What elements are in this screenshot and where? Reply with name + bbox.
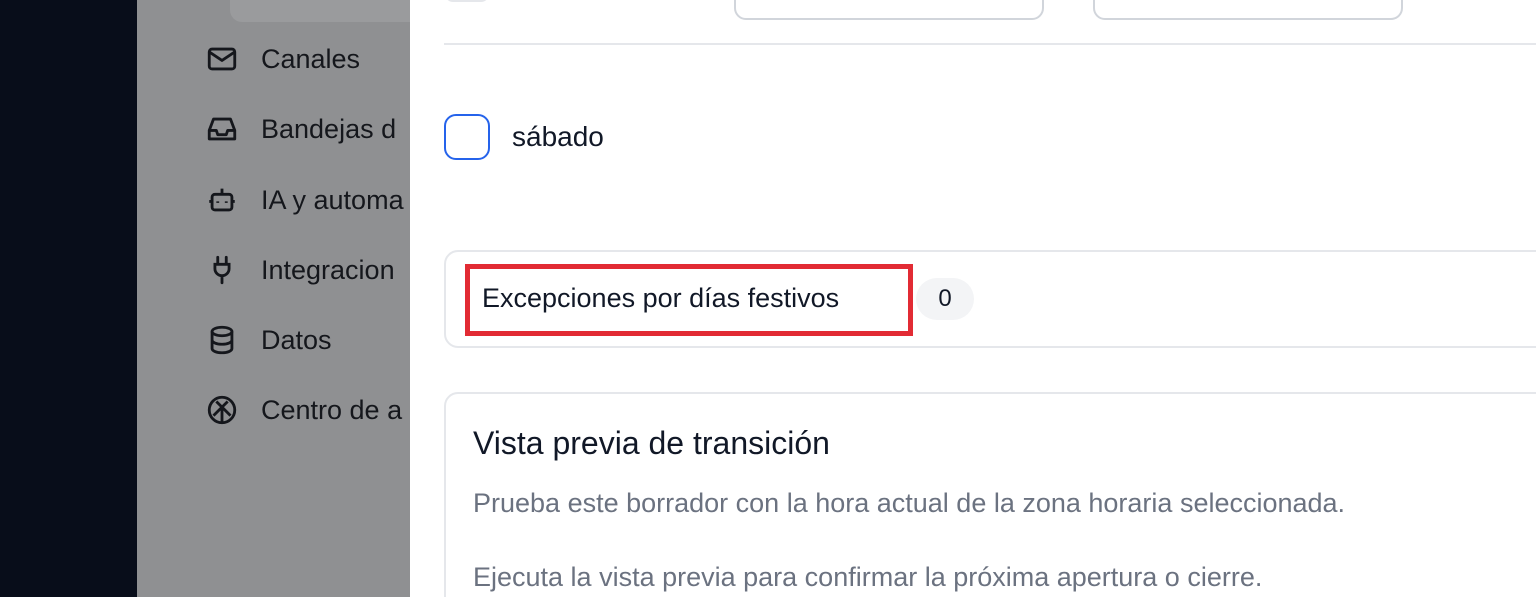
opening-time-input[interactable] [734,0,1044,20]
mail-icon [205,42,239,76]
left-rail [0,0,137,597]
sidebar-item-ia-automatizacion[interactable]: IA y automa [205,180,404,220]
plug-icon [205,253,239,287]
day-row-saturday: sábado [444,114,604,160]
inbox-icon [205,112,239,146]
database-icon [205,323,239,357]
bot-icon [205,183,239,217]
sidebar-item-integraciones[interactable]: Integracion [205,250,395,290]
sidebar-navigation: Canales Bandejas d IA y automa Integraci… [137,0,410,597]
sidebar-item-bandejas[interactable]: Bandejas d [205,109,396,149]
sidebar-item-label: IA y automa [261,184,404,215]
previous-day-checkbox[interactable] [445,0,489,2]
sidebar-item-label: Bandejas d [261,113,397,144]
sidebar-item-centro-ayuda[interactable]: Centro de a [205,390,402,430]
sidebar-item-label: Centro de a [261,394,403,425]
sidebar-item-label: Canales [261,43,361,74]
sidebar-item-canales[interactable]: Canales [205,39,360,79]
holiday-exceptions-title: Excepciones por días festivos [482,283,840,313]
closing-time-input[interactable] [1093,0,1403,20]
sidebar-active-item-background [230,0,410,22]
help-center-icon [205,393,239,427]
sidebar-item-label: Integracion [261,254,395,285]
preview-title: Vista previa de transición [473,425,830,461]
sidebar-item-label: Datos [261,324,332,355]
sidebar-item-datos[interactable]: Datos [205,320,332,360]
settings-panel: sábado Excepciones por días festivos 0 V… [410,0,1536,597]
preview-description: Prueba este borrador con la hora actual … [473,488,1346,518]
section-divider [444,43,1536,45]
preview-note: Ejecuta la vista previa para confirmar l… [473,562,1263,592]
saturday-checkbox[interactable] [444,114,490,160]
holiday-count-badge: 0 [916,278,974,320]
day-label: sábado [512,121,604,152]
